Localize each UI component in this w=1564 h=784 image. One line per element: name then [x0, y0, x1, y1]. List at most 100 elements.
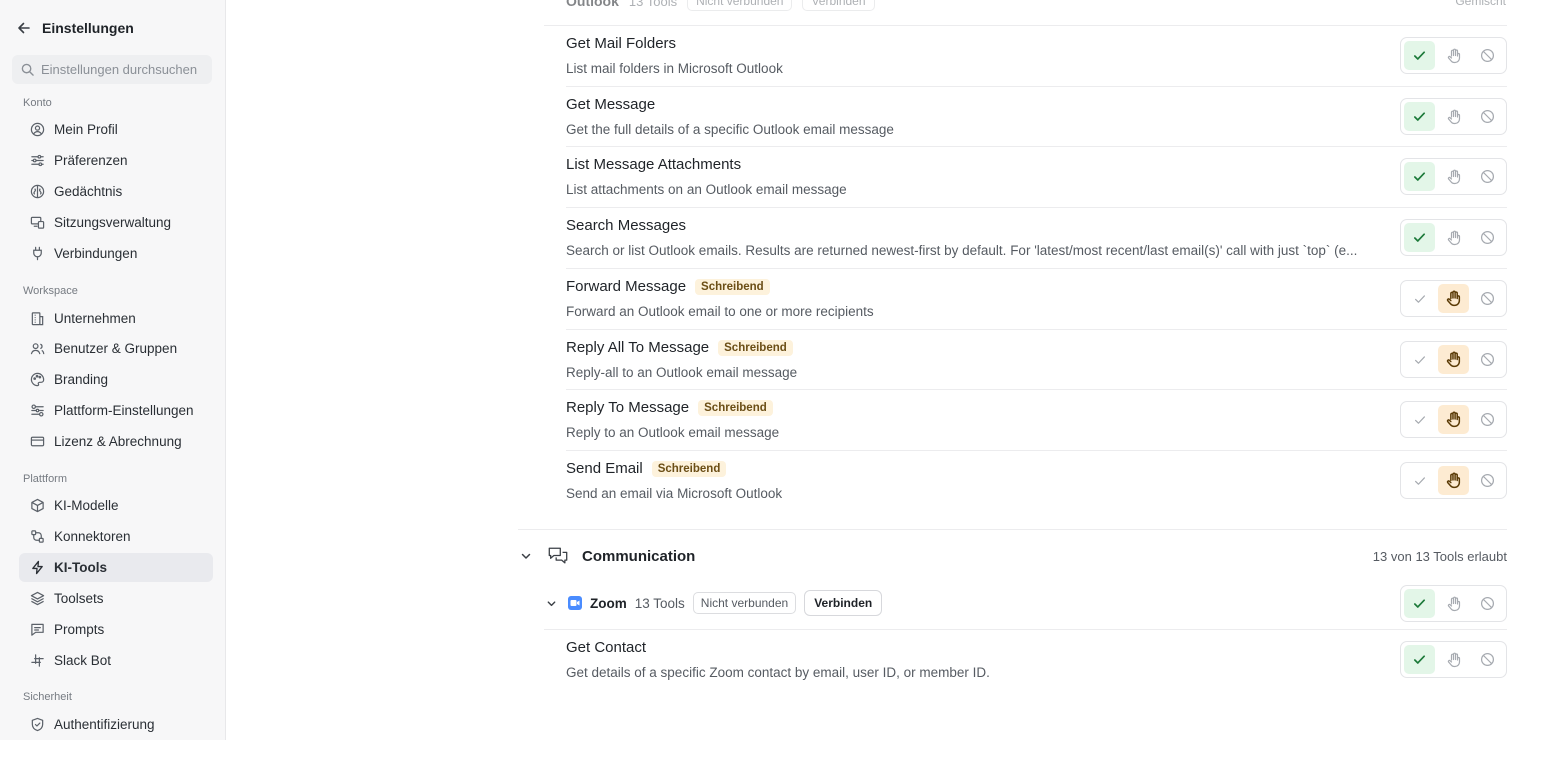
- category-name: Communication: [582, 547, 696, 565]
- allow-button[interactable]: [1404, 466, 1435, 495]
- sidebar-item-benutzer-gruppen[interactable]: Benutzer & Gruppen: [19, 334, 213, 363]
- sidebar-item-label: Toolsets: [54, 591, 104, 606]
- sidebar-item-slack-bot[interactable]: Slack Bot: [19, 646, 213, 675]
- sidebar-item-ki-tools[interactable]: KI-Tools: [19, 553, 213, 582]
- allow-button[interactable]: [1404, 405, 1435, 434]
- tool-description: Send an email via Microsoft Outlook: [566, 486, 783, 501]
- ask-hand-icon[interactable]: [1438, 223, 1469, 252]
- tool-description: List mail folders in Microsoft Outlook: [566, 61, 783, 76]
- ask-hand-icon[interactable]: [1438, 162, 1469, 191]
- connect-button[interactable]: Verbinden: [802, 0, 875, 11]
- sidebar-item-branding[interactable]: Branding: [19, 365, 213, 394]
- sidebar-item-label: KI-Modelle: [54, 498, 119, 513]
- ask-hand-icon[interactable]: [1438, 589, 1469, 618]
- ask-hand-icon[interactable]: [1438, 345, 1469, 374]
- write-badge: Schreibend: [718, 339, 793, 356]
- back-arrow-icon[interactable]: [16, 20, 32, 36]
- tool-description: Forward an Outlook email to one or more …: [566, 304, 874, 319]
- sidebar-item-label: Konnektoren: [54, 529, 131, 544]
- section-label-sicherheit: Sicherheit: [23, 691, 72, 703]
- ask-hand-icon[interactable]: [1438, 284, 1469, 313]
- deny-icon[interactable]: [1472, 41, 1503, 70]
- tool-name: Reply To Message: [566, 399, 690, 416]
- sidebar-item-unternehmen[interactable]: Unternehmen: [19, 304, 213, 333]
- app-permission-summary: Gemischt: [1455, 0, 1506, 8]
- allow-button[interactable]: [1404, 645, 1435, 674]
- chevron-down-icon[interactable]: [544, 596, 558, 610]
- tool-description: Reply-all to an Outlook email message: [566, 365, 798, 380]
- search-icon: [21, 63, 34, 76]
- sidebar-item-label: Sitzungsverwaltung: [54, 215, 172, 230]
- slack-icon: [29, 653, 45, 669]
- plug-icon: [29, 246, 45, 262]
- deny-icon[interactable]: [1472, 162, 1503, 191]
- sidebar-item-label: Authentifizierung: [54, 717, 155, 732]
- allow-button[interactable]: [1404, 41, 1435, 70]
- ask-hand-icon[interactable]: [1438, 405, 1469, 434]
- sidebar-item-label: Lizenz & Abrechnung: [54, 434, 182, 449]
- sidebar-item-mein-profil[interactable]: Mein Profil: [19, 115, 213, 144]
- sidebar-item-label: Mein Profil: [54, 122, 118, 137]
- category-header-communication[interactable]: Communication 13 von 13 Tools erlaubt: [518, 540, 1507, 572]
- allow-button[interactable]: [1404, 102, 1435, 131]
- deny-icon[interactable]: [1472, 284, 1503, 313]
- permission-toggle: [1400, 37, 1507, 74]
- connect-button[interactable]: Verbinden: [804, 590, 883, 616]
- tool-row: Forward Message Schreibend Forward an Ou…: [566, 268, 1507, 328]
- deny-icon[interactable]: [1472, 223, 1503, 252]
- tool-name: List Message Attachments: [566, 156, 742, 173]
- search-placeholder: Einstellungen durchsuchen: [41, 62, 198, 77]
- allow-button[interactable]: [1404, 284, 1435, 313]
- outlook-app-row-partial: Outlook 13 Tools Nicht verbunden Verbind…: [566, 0, 1506, 12]
- cube-icon: [29, 498, 45, 514]
- deny-icon[interactable]: [1472, 102, 1503, 131]
- ask-hand-icon[interactable]: [1438, 41, 1469, 70]
- connection-status-badge: Nicht verbunden: [687, 0, 793, 11]
- allow-button[interactable]: [1404, 162, 1435, 191]
- sidebar-item-verbindungen[interactable]: Verbindungen: [19, 239, 213, 268]
- deny-icon[interactable]: [1472, 589, 1503, 618]
- sidebar-item-praeferenzen[interactable]: Präferenzen: [19, 146, 213, 175]
- sidebar-item-label: Branding: [54, 372, 109, 387]
- permission-toggle: [1400, 641, 1507, 678]
- connector-icon: [29, 529, 45, 545]
- sidebar-item-prompts[interactable]: Prompts: [19, 615, 213, 644]
- tool-name: Get Message: [566, 96, 656, 113]
- tool-description: Get details of a specific Zoom contact b…: [566, 665, 990, 680]
- section-label-konto: Konto: [23, 97, 52, 109]
- sidebar-item-lizenz-abrechnung[interactable]: Lizenz & Abrechnung: [19, 427, 213, 456]
- tool-description: List attachments on an Outlook email mes…: [566, 182, 847, 197]
- tool-name: Forward Message: [566, 278, 687, 295]
- permission-toggle: [1400, 98, 1507, 135]
- tool-row: Search Messages Search or list Outlook e…: [566, 207, 1507, 267]
- sidebar-item-toolsets[interactable]: Toolsets: [19, 584, 213, 613]
- allow-button[interactable]: [1404, 345, 1435, 374]
- permission-toggle: [1400, 341, 1507, 378]
- users-icon: [29, 341, 45, 357]
- chevron-down-icon[interactable]: [518, 548, 534, 564]
- sidebar-item-konnektoren[interactable]: Konnektoren: [19, 522, 213, 551]
- sidebar-item-plattform-einstellungen[interactable]: Plattform-Einstellungen: [19, 396, 213, 425]
- ask-hand-icon[interactable]: [1438, 102, 1469, 131]
- sidebar-item-gedaechtnis[interactable]: Gedächtnis: [19, 177, 213, 206]
- sidebar-title: Einstellungen: [42, 20, 134, 36]
- app-tool-count: 13 Tools: [628, 0, 678, 9]
- deny-icon[interactable]: [1472, 405, 1503, 434]
- sidebar-item-label: Plattform-Einstellungen: [54, 403, 194, 418]
- allow-button[interactable]: [1404, 589, 1435, 618]
- sidebar-item-authentifizierung[interactable]: Authentifizierung: [19, 710, 213, 739]
- permission-toggle: [1400, 219, 1507, 256]
- tools-main-panel: Outlook 13 Tools Nicht verbunden Verbind…: [226, 0, 1564, 740]
- settings-search-input[interactable]: Einstellungen durchsuchen: [12, 55, 212, 84]
- deny-icon[interactable]: [1472, 645, 1503, 674]
- sidebar-item-sitzungsverwaltung[interactable]: Sitzungsverwaltung: [19, 208, 213, 237]
- deny-icon[interactable]: [1472, 466, 1503, 495]
- palette-icon: [29, 372, 45, 388]
- deny-icon[interactable]: [1472, 345, 1503, 374]
- devices-icon: [29, 215, 45, 231]
- sidebar-item-ki-modelle[interactable]: KI-Modelle: [19, 491, 213, 520]
- ask-hand-icon[interactable]: [1438, 466, 1469, 495]
- allow-button[interactable]: [1404, 223, 1435, 252]
- layers-icon: [29, 591, 45, 607]
- ask-hand-icon[interactable]: [1438, 645, 1469, 674]
